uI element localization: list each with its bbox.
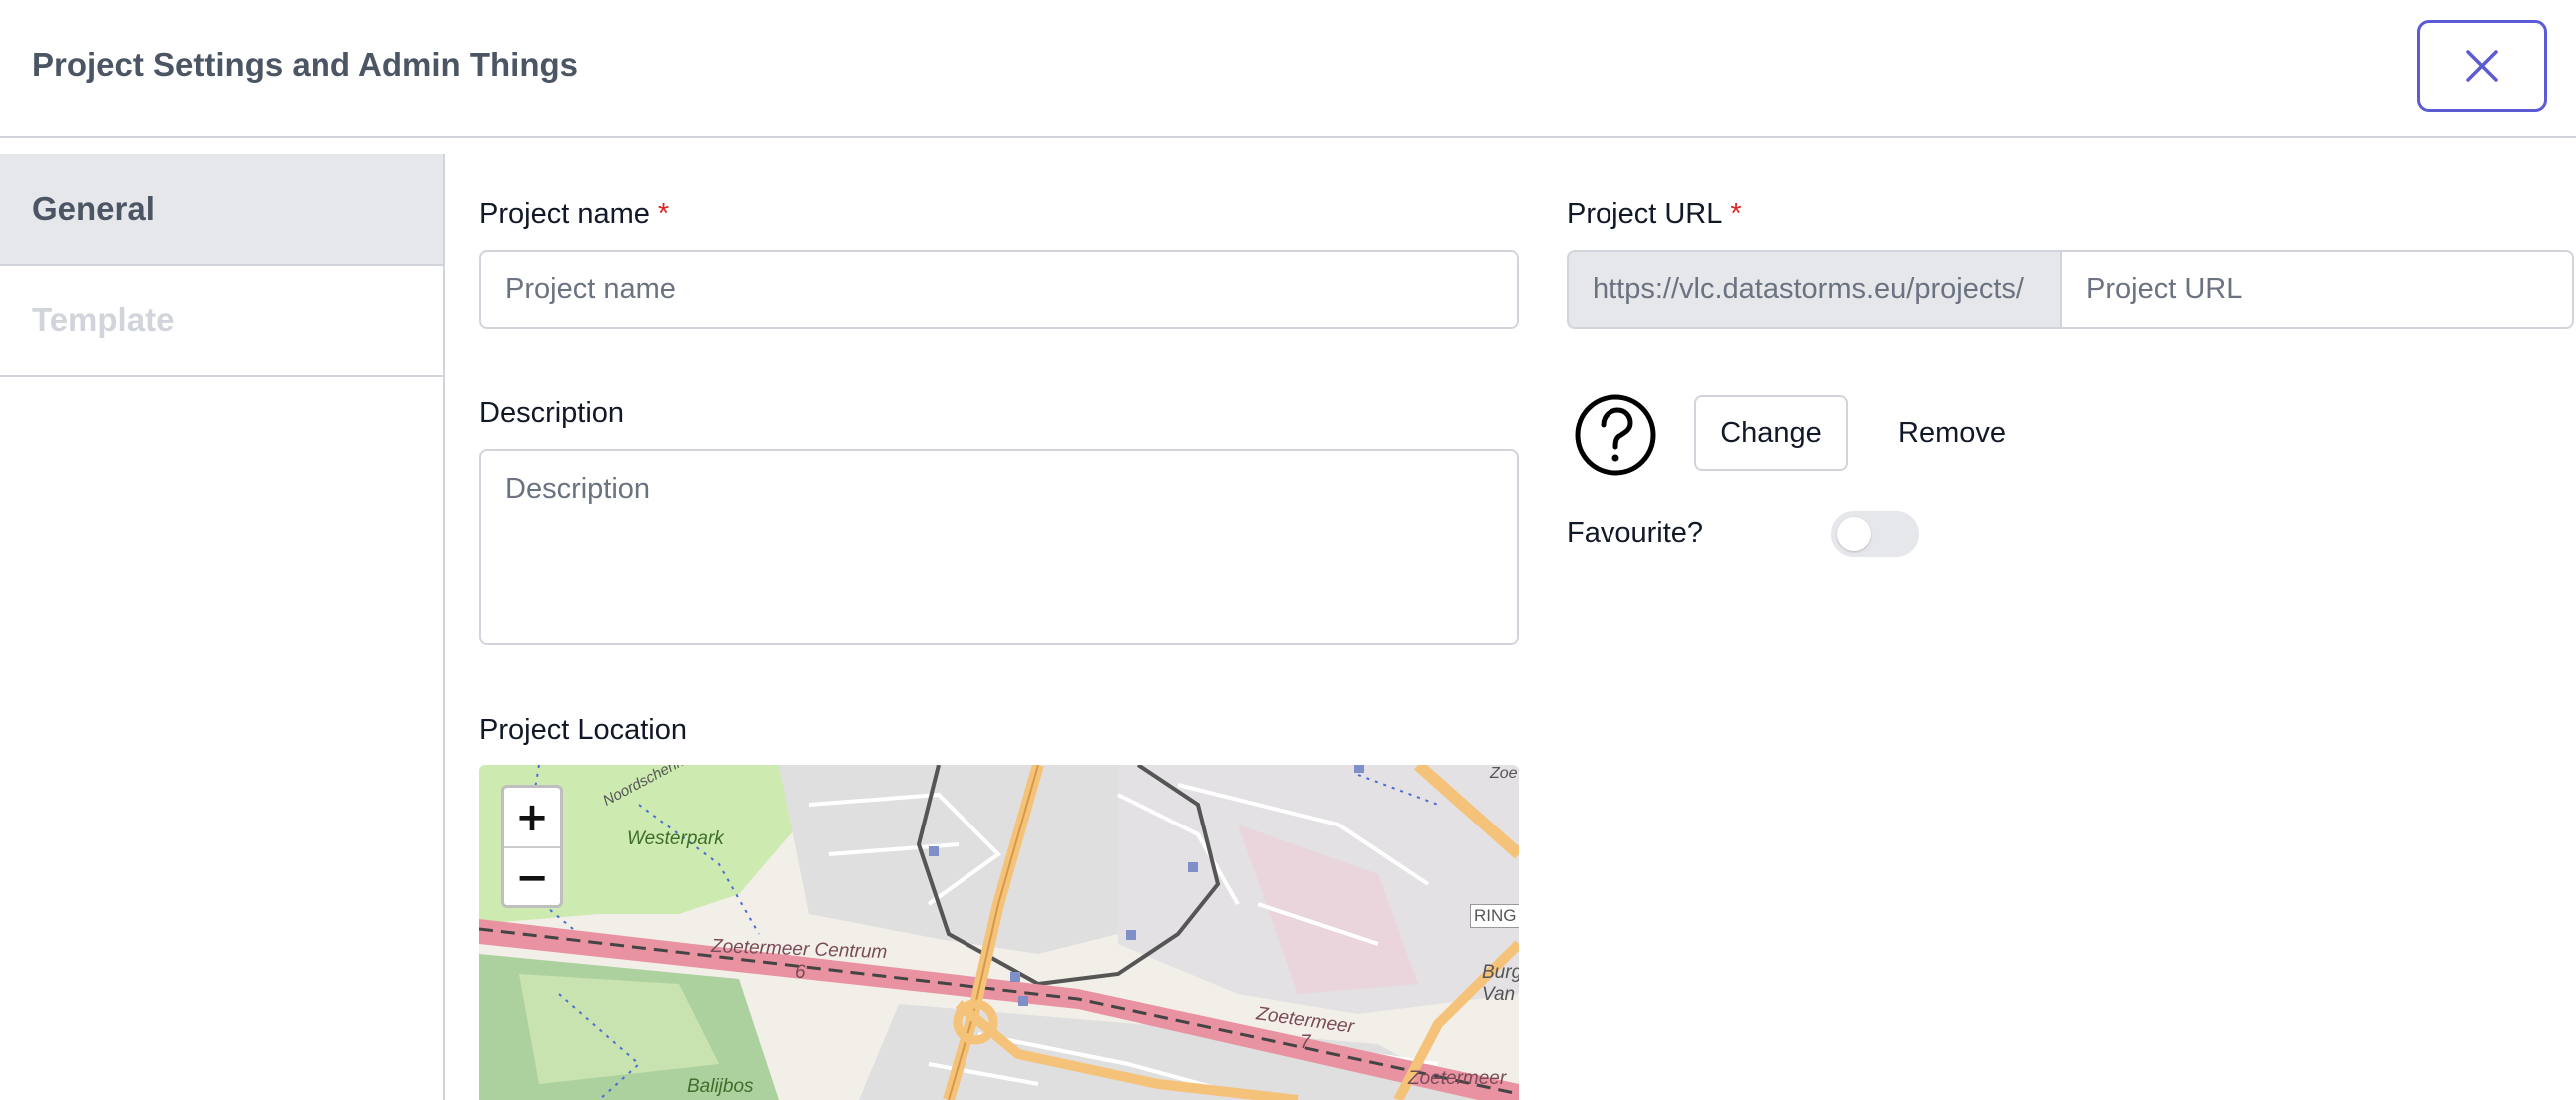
- close-icon: [2466, 50, 2498, 82]
- project-location-map[interactable]: Westerpark Zoetermeer Centrum 6 Zoeterme…: [479, 765, 1519, 1100]
- map-label-burg: Burg: [1482, 962, 1519, 983]
- map-label-balijbos: Balijbos: [687, 1076, 754, 1097]
- modal-header: Project Settings and Admin Things: [0, 0, 2576, 138]
- change-icon-button[interactable]: Change: [1694, 395, 1848, 471]
- map-tiles: [479, 765, 1519, 1100]
- sidebar-item-general[interactable]: General: [0, 154, 443, 266]
- favourite-label: Favourite?: [1567, 517, 1704, 549]
- map-label-zoetermeer-2: Zoetermeer: [1408, 1068, 1507, 1089]
- sidebar-item-label: General: [32, 190, 155, 227]
- required-marker: *: [657, 198, 670, 230]
- map-label-top-right: Zoe: [1490, 765, 1518, 782]
- toggle-knob: [1837, 517, 1871, 551]
- sidebar-item-template[interactable]: Template: [0, 266, 443, 377]
- project-name-label: Project name *: [479, 198, 669, 231]
- modal-title: Project Settings and Admin Things: [32, 46, 578, 83]
- project-location-label: Project Location: [479, 714, 687, 746]
- settings-sidebar: General Template: [0, 154, 445, 1100]
- project-url-group: https://vlc.datastorms.eu/projects/: [1567, 250, 2574, 329]
- map-label-six: 6: [795, 962, 806, 983]
- zoom-out-button[interactable]: −: [504, 848, 560, 905]
- project-url-prefix: https://vlc.datastorms.eu/projects/: [1567, 250, 2060, 329]
- description-label: Description: [479, 397, 625, 429]
- required-marker: *: [1730, 198, 1742, 230]
- project-url-label: Project URL *: [1567, 198, 1742, 231]
- project-url-input[interactable]: [2060, 250, 2574, 329]
- project-url-label-text: Project URL: [1567, 198, 1723, 230]
- map-zoom-control: + −: [501, 785, 563, 908]
- zoom-in-button[interactable]: +: [504, 788, 560, 848]
- description-textarea[interactable]: [479, 449, 1519, 645]
- map-label-westerpark: Westerpark: [627, 828, 724, 849]
- question-circle-icon: [1575, 394, 1656, 476]
- project-name-input[interactable]: [479, 250, 1519, 329]
- close-button[interactable]: [2417, 20, 2547, 112]
- favourite-toggle[interactable]: [1831, 511, 1919, 557]
- map-label-ring: RING: [1470, 904, 1519, 928]
- remove-icon-button[interactable]: Remove: [1877, 395, 2027, 471]
- sidebar-item-label: Template: [32, 301, 175, 338]
- map-label-van: Van: [1482, 984, 1516, 1005]
- project-name-label-text: Project name: [479, 198, 650, 230]
- map-label-seven: 7: [1300, 1032, 1311, 1053]
